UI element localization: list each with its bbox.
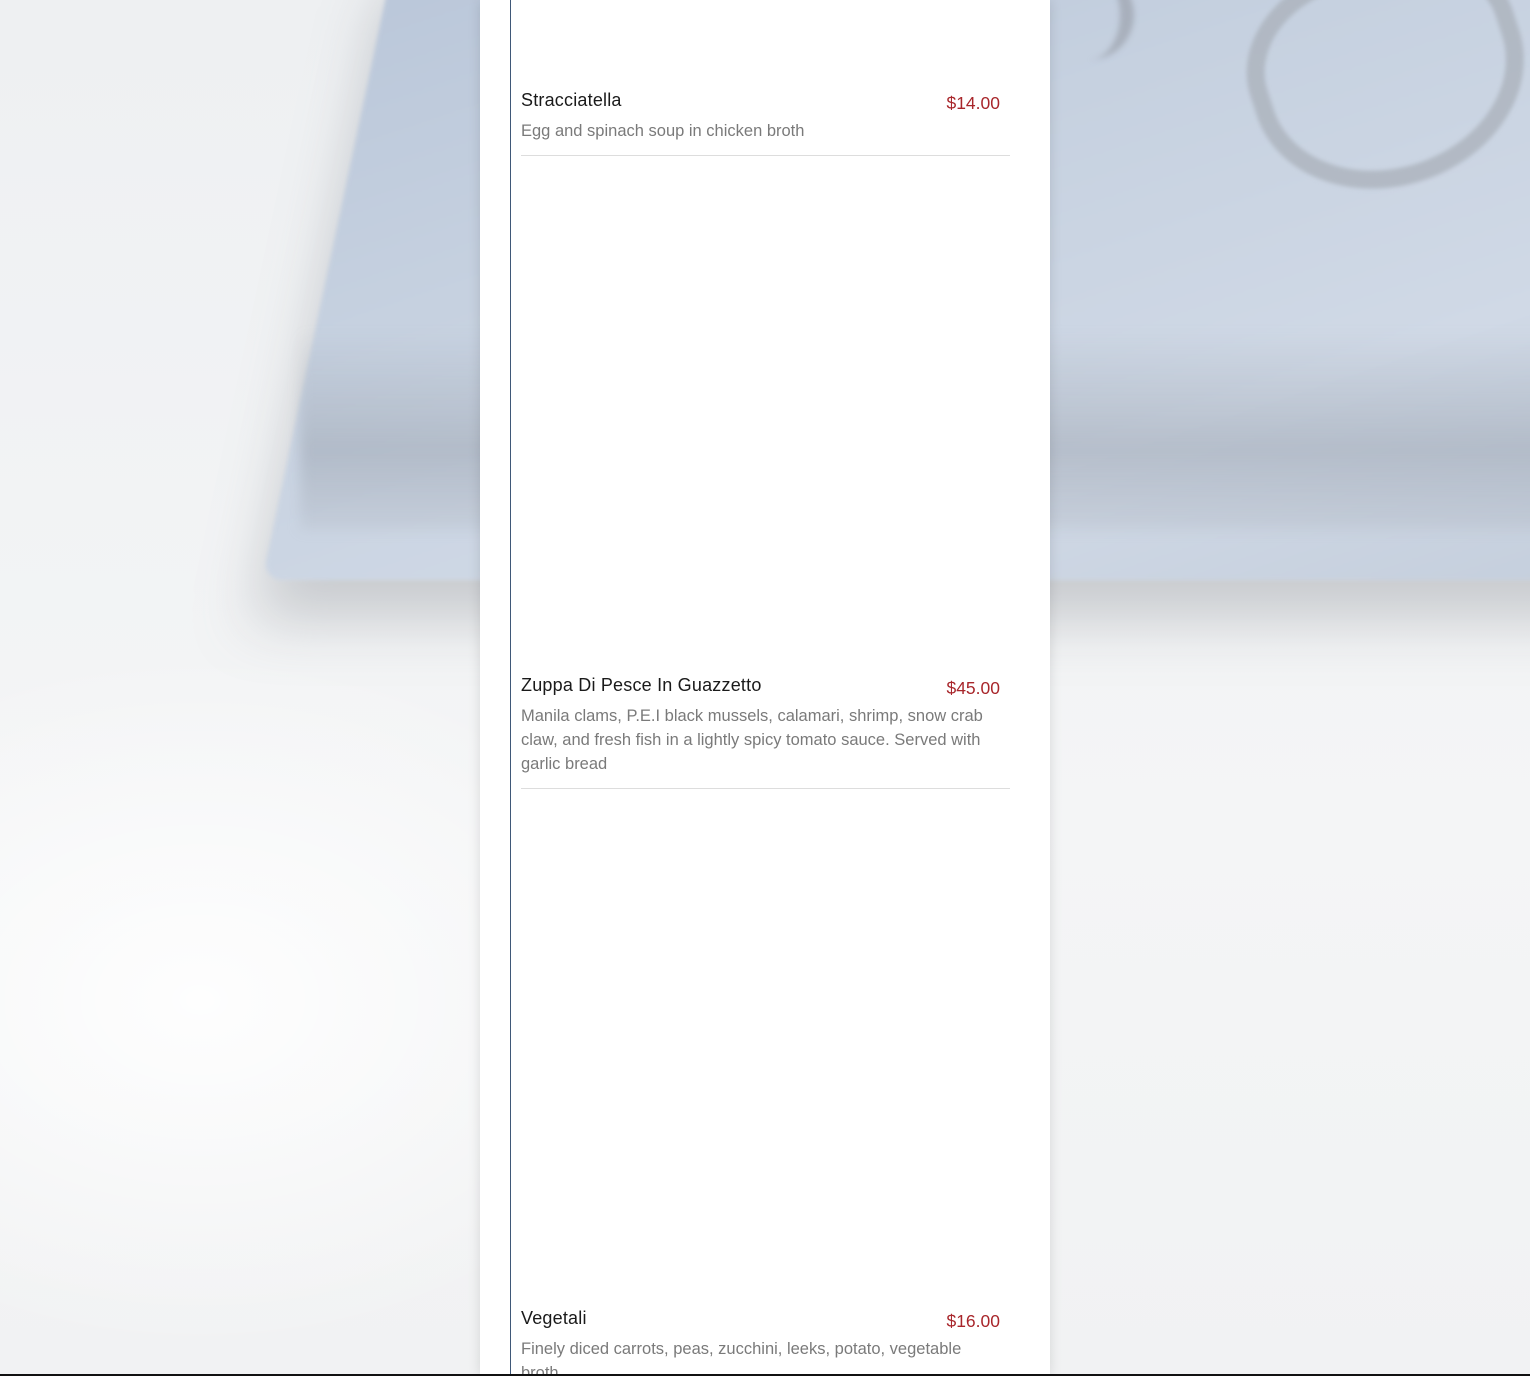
menu-item-name: Stracciatella (521, 90, 622, 110)
menu-item-name: Zuppa Di Pesce In Guazzetto (521, 675, 762, 695)
menu-item-header: Stracciatella $14.00 (521, 87, 1010, 115)
menu-item[interactable]: Vegetali $16.00 Finely diced carrots, pe… (521, 1305, 1010, 1376)
menu-item-header: Vegetali $16.00 (521, 1305, 1010, 1333)
menu-item-description: Finely diced carrots, peas, zucchini, le… (521, 1340, 962, 1376)
menu-item-name: Vegetali (521, 1308, 587, 1328)
menu-item-price: $45.00 (946, 678, 1000, 698)
item-divider (521, 155, 1010, 156)
menu-item-price: $14.00 (946, 93, 1000, 113)
menu-item-price: $16.00 (946, 1311, 1000, 1331)
menu-item[interactable]: Zuppa Di Pesce In Guazzetto $45.00 Manil… (521, 672, 1010, 776)
menu-item[interactable]: Stracciatella $14.00 Egg and spinach sou… (521, 87, 1010, 143)
menu-item-header: Zuppa Di Pesce In Guazzetto $45.00 (521, 672, 1010, 700)
item-divider (521, 788, 1010, 789)
panel-accent-rule (510, 0, 511, 1376)
menu-item-description: Manila clams, P.E.I black mussels, calam… (521, 707, 983, 773)
menu-item-description: Egg and spinach soup in chicken broth (521, 122, 805, 140)
menu-panel: Stracciatella $14.00 Egg and spinach sou… (480, 0, 1050, 1376)
